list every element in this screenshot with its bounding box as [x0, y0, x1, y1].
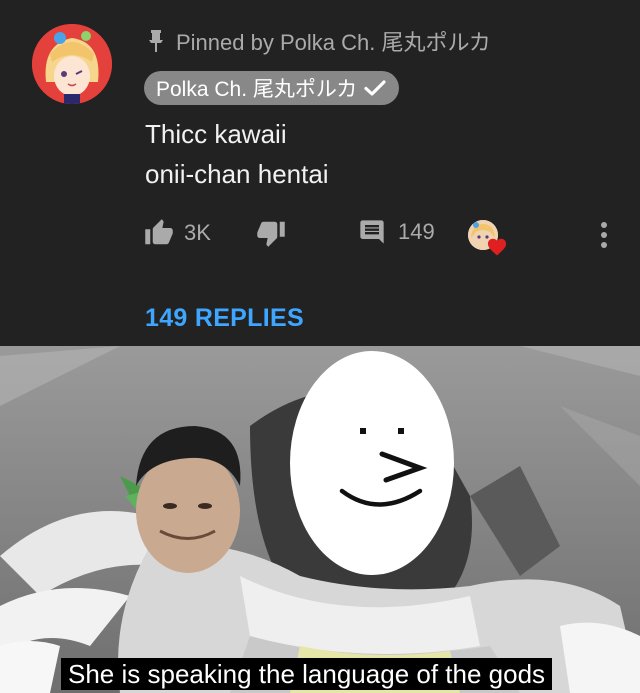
dislike-button[interactable] — [256, 218, 286, 248]
view-replies-link[interactable]: 149 REPLIES — [145, 304, 304, 333]
meme-subtitle: She is speaking the language of the gods — [61, 658, 553, 690]
meme-image — [0, 346, 640, 693]
meme-illustration — [0, 346, 640, 693]
thumbs-up-icon — [145, 219, 173, 245]
reply-count: 149 — [398, 219, 435, 244]
like-count: 3K — [184, 220, 211, 245]
comment-body: Thicc kawaii onii-chan hentai — [145, 114, 329, 194]
pinned-label: Pinned by Polka Ch. 尾丸ポルカ — [146, 25, 491, 57]
comment-line: onii-chan hentai — [145, 159, 329, 189]
pinned-text: Pinned by Polka Ch. 尾丸ポルカ — [176, 30, 491, 55]
author-name-chip[interactable]: Polka Ch. 尾丸ポルカ — [144, 71, 400, 105]
avatar-image — [32, 24, 112, 104]
comment-icon — [360, 220, 384, 244]
comment-line: Thicc kawaii — [145, 119, 287, 149]
heart-icon — [487, 238, 507, 256]
pin-icon — [149, 30, 163, 52]
author-name: Polka Ch. 尾丸ポルカ — [156, 78, 358, 101]
like-button[interactable]: 3K — [144, 218, 211, 248]
author-avatar[interactable] — [32, 24, 112, 104]
checkmark-icon — [364, 80, 386, 96]
pinned-comment: Pinned by Polka Ch. 尾丸ポルカ Polka Ch. 尾丸ポル… — [0, 0, 640, 346]
creator-heart-badge — [468, 220, 510, 256]
thumbs-down-icon — [257, 221, 285, 247]
reply-button[interactable]: 149 — [358, 218, 435, 246]
more-vert-icon[interactable] — [596, 220, 612, 250]
